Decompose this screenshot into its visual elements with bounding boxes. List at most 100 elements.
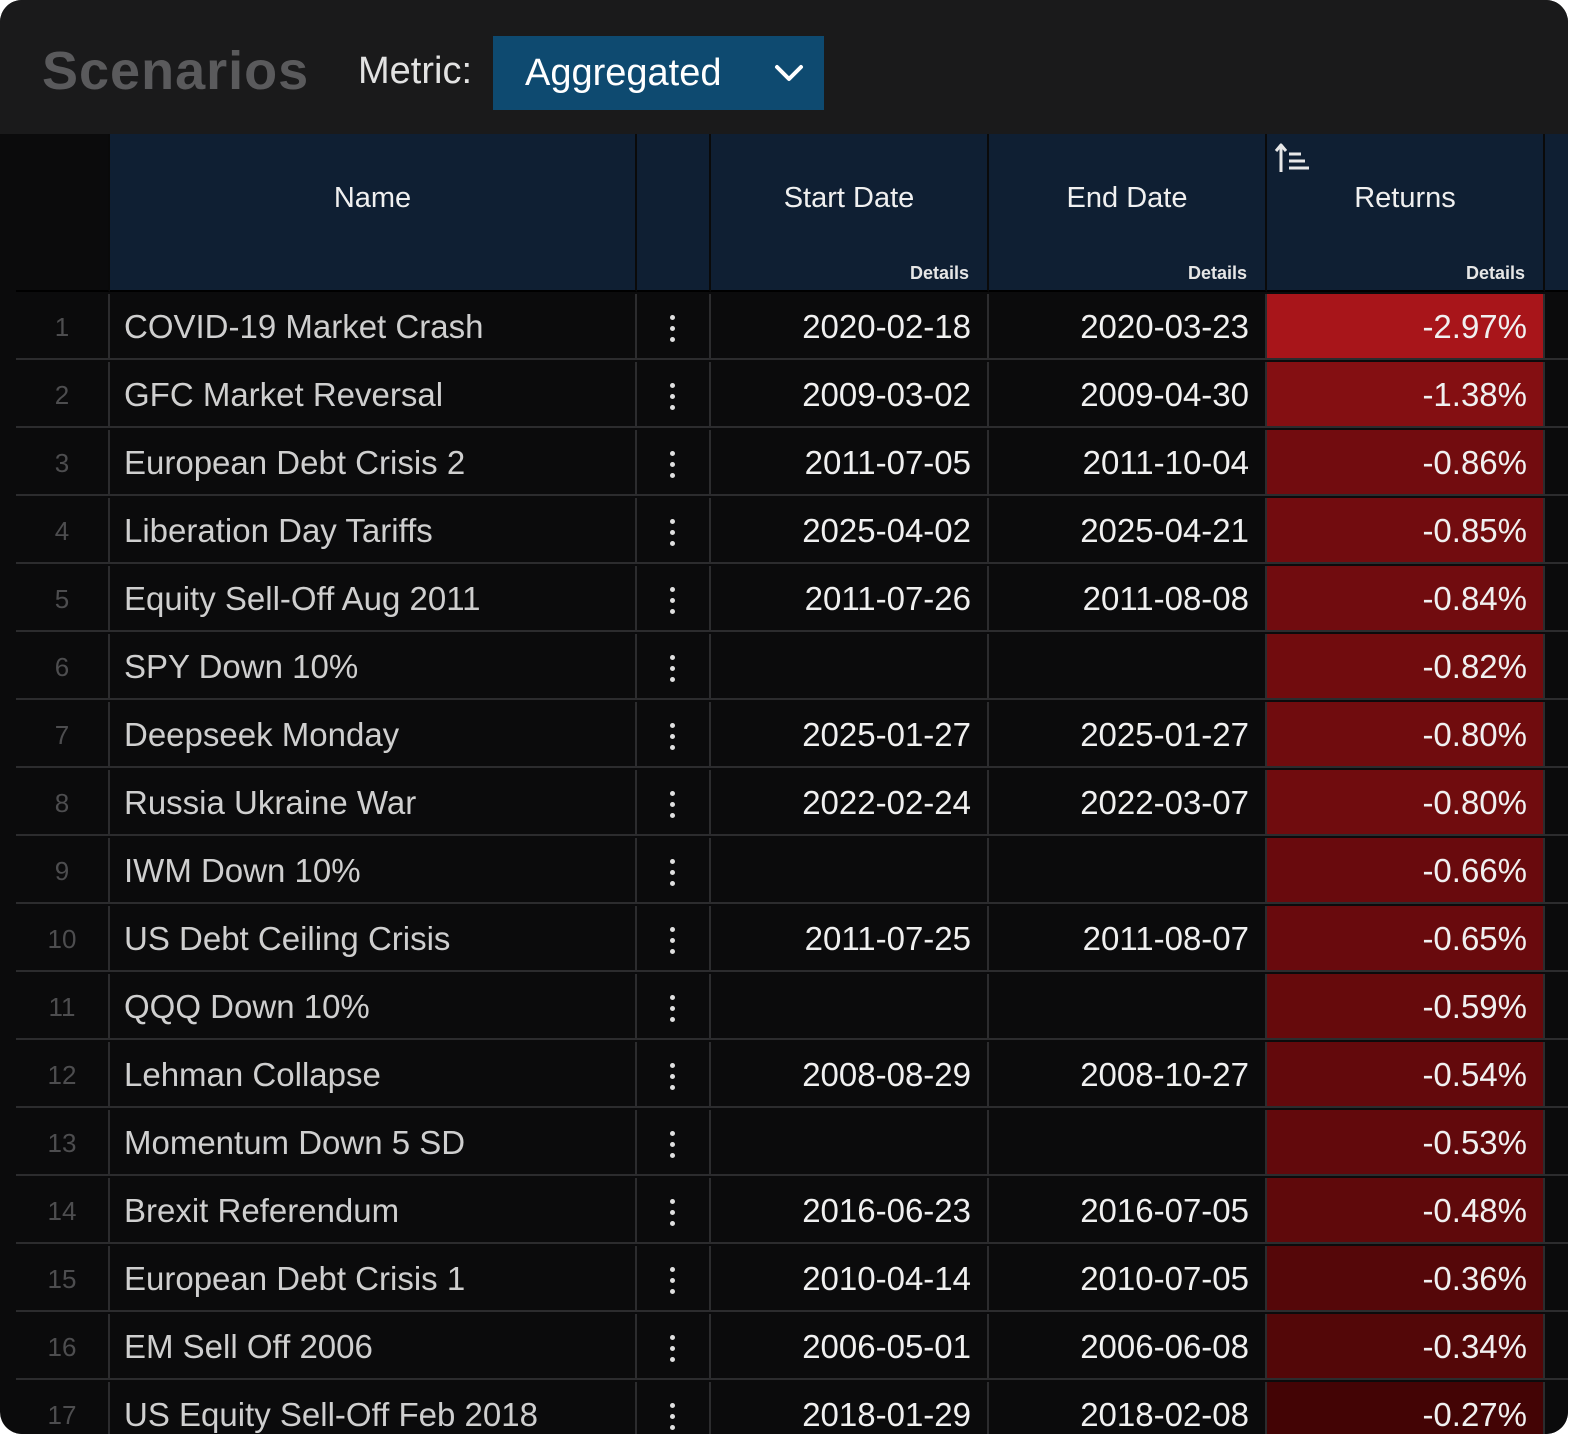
row-number: 3 xyxy=(16,430,110,496)
scenario-name[interactable]: Momentum Down 5 SD xyxy=(110,1110,637,1176)
scenario-name[interactable]: Russia Ukraine War xyxy=(110,770,637,836)
scenario-name[interactable]: IWM Down 10% xyxy=(110,838,637,904)
scenario-name[interactable]: US Debt Ceiling Crisis xyxy=(110,906,637,972)
scenario-name[interactable]: COVID-19 Market Crash xyxy=(110,294,637,360)
table-row[interactable]: 6 SPY Down 10% -0.82% xyxy=(16,634,1568,702)
row-number: 8 xyxy=(16,770,110,836)
start-date-cell: 2011-07-05 xyxy=(711,430,989,496)
row-tail xyxy=(1545,498,1568,564)
row-number: 15 xyxy=(16,1246,110,1312)
returns-cell: -1.38% xyxy=(1267,362,1545,428)
row-menu-button[interactable] xyxy=(637,1042,711,1108)
scenario-name[interactable]: European Debt Crisis 1 xyxy=(110,1246,637,1312)
kebab-menu-icon xyxy=(670,448,676,482)
table-row[interactable]: 3 European Debt Crisis 2 2011-07-05 2011-10… xyxy=(16,430,1568,498)
start-date-cell xyxy=(711,1110,989,1176)
kebab-menu-icon xyxy=(670,1128,676,1162)
row-menu-button[interactable] xyxy=(637,634,711,700)
column-header-returns[interactable]: Returns Details xyxy=(1267,134,1545,292)
row-tail xyxy=(1545,1042,1568,1108)
start-date-cell: 2025-01-27 xyxy=(711,702,989,768)
column-header-tail xyxy=(1545,134,1568,292)
row-number: 11 xyxy=(16,974,110,1040)
row-menu-button[interactable] xyxy=(637,1314,711,1380)
row-menu-button[interactable] xyxy=(637,1178,711,1244)
row-menu-button[interactable] xyxy=(637,1382,711,1434)
scenario-name[interactable]: Lehman Collapse xyxy=(110,1042,637,1108)
table-row[interactable]: 15 European Debt Crisis 1 2010-04-14 2010-0… xyxy=(16,1246,1568,1314)
table-row[interactable]: 16 EM Sell Off 2006 2006-05-01 2006-06-08 -0… xyxy=(16,1314,1568,1382)
row-number: 12 xyxy=(16,1042,110,1108)
kebab-menu-icon xyxy=(670,516,676,550)
table-row[interactable]: 11 QQQ Down 10% -0.59% xyxy=(16,974,1568,1042)
returns-cell: -0.54% xyxy=(1267,1042,1545,1108)
start-date-cell: 2018-01-29 xyxy=(711,1382,989,1434)
row-menu-button[interactable] xyxy=(637,838,711,904)
column-header-name[interactable]: Name xyxy=(110,134,637,292)
row-number: 6 xyxy=(16,634,110,700)
row-tail xyxy=(1545,430,1568,496)
row-menu-button[interactable] xyxy=(637,770,711,836)
row-menu-button[interactable] xyxy=(637,702,711,768)
end-date-details-link[interactable]: Details xyxy=(1188,263,1247,284)
scenario-name[interactable]: US Equity Sell-Off Feb 2018 xyxy=(110,1382,637,1434)
table-row[interactable]: 5 Equity Sell-Off Aug 2011 2011-07-26 2011-… xyxy=(16,566,1568,634)
scenario-name[interactable]: EM Sell Off 2006 xyxy=(110,1314,637,1380)
returns-cell: -0.82% xyxy=(1267,634,1545,700)
table-row[interactable]: 4 Liberation Day Tariffs 2025-04-02 2025-04… xyxy=(16,498,1568,566)
table-row[interactable]: 9 IWM Down 10% -0.66% xyxy=(16,838,1568,906)
end-date-cell: 2006-06-08 xyxy=(989,1314,1267,1380)
row-number: 4 xyxy=(16,498,110,564)
table-row[interactable]: 8 Russia Ukraine War 2022-02-24 2022-03-07-… xyxy=(16,770,1568,838)
scenario-name[interactable]: Liberation Day Tariffs xyxy=(110,498,637,564)
row-menu-button[interactable] xyxy=(637,906,711,972)
row-tail xyxy=(1545,294,1568,360)
kebab-menu-icon xyxy=(670,856,676,890)
start-date-cell: 2011-07-25 xyxy=(711,906,989,972)
row-menu-button[interactable] xyxy=(637,362,711,428)
page-title: Scenarios xyxy=(42,41,310,101)
column-header-end-date[interactable]: End Date Details xyxy=(989,134,1267,292)
column-header-end-date-label: End Date xyxy=(1066,182,1188,214)
returns-cell: -0.85% xyxy=(1267,498,1545,564)
kebab-menu-icon xyxy=(670,720,676,754)
row-menu-button[interactable] xyxy=(637,1110,711,1176)
row-menu-button[interactable] xyxy=(637,294,711,360)
end-date-cell: 2008-10-27 xyxy=(989,1042,1267,1108)
table-row[interactable]: 10 US Debt Ceiling Crisis 2011-07-25 2011-0… xyxy=(16,906,1568,974)
table-row[interactable]: 14 Brexit Referendum 2016-06-23 2016-07-05-… xyxy=(16,1178,1568,1246)
column-header-name-label: Name xyxy=(333,182,412,214)
returns-details-link[interactable]: Details xyxy=(1466,263,1525,284)
table-row[interactable]: 12 Lehman Collapse 2008-08-29 2008-10-27 -0.… xyxy=(16,1042,1568,1110)
scenarios-table: Name Start Date Details End Date Details xyxy=(16,134,1568,1434)
column-header-start-date[interactable]: Start Date Details xyxy=(711,134,989,292)
table-row[interactable]: 2 GFC Market Reversal 2009-03-02 2009-04-30… xyxy=(16,362,1568,430)
returns-cell: -0.27% xyxy=(1267,1382,1545,1434)
table-row[interactable]: 1 COVID-19 Market Crash 2020-02-18 2020-03-… xyxy=(16,294,1568,362)
table-row[interactable]: 7 Deepseek Monday 2025-01-27 2025-01-27 -0.8… xyxy=(16,702,1568,770)
start-date-cell: 2010-04-14 xyxy=(711,1246,989,1312)
returns-cell: -0.80% xyxy=(1267,702,1545,768)
scenario-name[interactable]: GFC Market Reversal xyxy=(110,362,637,428)
table-row[interactable]: 13 Momentum Down 5 SD -0.53% xyxy=(16,1110,1568,1178)
scenario-name[interactable]: European Debt Crisis 2 xyxy=(110,430,637,496)
start-date-cell: 2025-04-02 xyxy=(711,498,989,564)
scenario-name[interactable]: Deepseek Monday xyxy=(110,702,637,768)
start-date-cell: 2011-07-26 xyxy=(711,566,989,632)
scenario-name[interactable]: Equity Sell-Off Aug 2011 xyxy=(110,566,637,632)
table-row[interactable]: 17 US Equity Sell-Off Feb 2018 2018-01-29 2… xyxy=(16,1382,1568,1434)
scenario-name[interactable]: QQQ Down 10% xyxy=(110,974,637,1040)
start-date-details-link[interactable]: Details xyxy=(910,263,969,284)
chevron-down-icon xyxy=(775,65,803,81)
row-menu-button[interactable] xyxy=(637,974,711,1040)
row-menu-button[interactable] xyxy=(637,430,711,496)
row-tail xyxy=(1545,634,1568,700)
scenario-name[interactable]: SPY Down 10% xyxy=(110,634,637,700)
row-menu-button[interactable] xyxy=(637,498,711,564)
returns-cell: -0.65% xyxy=(1267,906,1545,972)
sort-ascending-icon[interactable] xyxy=(1273,140,1313,180)
metric-dropdown[interactable]: Aggregated xyxy=(493,36,824,110)
row-menu-button[interactable] xyxy=(637,1246,711,1312)
scenario-name[interactable]: Brexit Referendum xyxy=(110,1178,637,1244)
row-menu-button[interactable] xyxy=(637,566,711,632)
